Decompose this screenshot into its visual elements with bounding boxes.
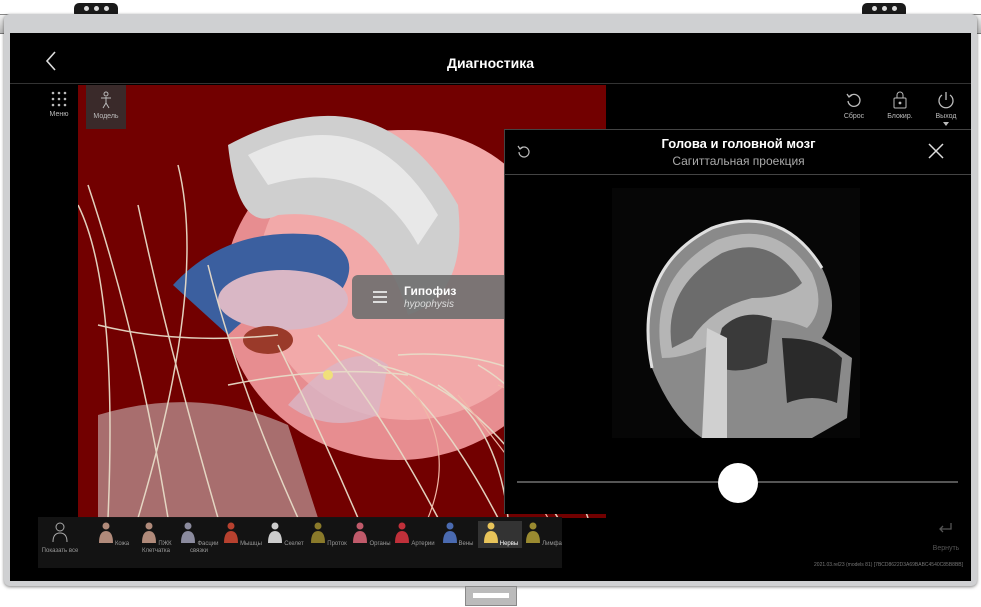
slice-slider-handle[interactable]	[717, 463, 758, 503]
power-icon	[938, 92, 954, 109]
person-outline-icon	[52, 522, 68, 543]
layer-button[interactable]: Мышцы	[220, 521, 264, 548]
header-bar: Диагностика	[10, 33, 971, 84]
body-figure-icon	[395, 522, 410, 543]
mri-panel: Голова и головной мозг Сагиттальная прое…	[504, 129, 971, 514]
lock-button[interactable]: Блокир.	[880, 91, 920, 120]
chevron-down-icon	[943, 122, 949, 126]
layer-label: Органы	[369, 541, 391, 547]
layer-label: Скелет	[284, 541, 304, 547]
layer-label: Мышцы	[240, 541, 262, 547]
app-screen: Диагностика Меню Модель Сброс Блокир. Вы…	[10, 33, 971, 581]
body-figure-icon	[526, 522, 541, 543]
version-string: 2021.03.rel23 (models 81) [7BCD8622D3A69…	[814, 562, 963, 568]
layer-button[interactable]: Проток	[306, 521, 350, 548]
panel-subtitle: Сагиттальная проекция	[672, 154, 805, 168]
body-figure-icon	[181, 522, 196, 543]
layer-label: Кожа	[114, 541, 130, 547]
layer-button[interactable]: Кожа	[91, 521, 135, 548]
person-icon	[101, 91, 111, 109]
model-button[interactable]: Модель	[86, 85, 126, 129]
page-title: Диагностика	[446, 55, 535, 71]
reset-button[interactable]: Сброс	[834, 91, 874, 120]
panel-divider	[505, 174, 971, 175]
body-figure-icon	[224, 522, 239, 543]
body-figure-icon	[268, 522, 283, 543]
structure-name: Гипофиз	[404, 284, 457, 298]
lock-icon	[893, 91, 907, 109]
layer-button[interactable]: Нервы	[478, 521, 522, 548]
body-figure-icon	[98, 522, 113, 543]
close-icon[interactable]	[927, 142, 945, 160]
structure-latin-name: hypophysis	[404, 299, 455, 310]
layer-button[interactable]: Скелет	[263, 521, 307, 548]
layers-bar: Показать все Кожа ПЖК Клетчатка Фасции свя…	[38, 517, 562, 568]
reset-label: Сброс	[843, 113, 865, 120]
return-arrow-icon	[939, 523, 952, 533]
panel-title: Голова и головной мозг	[661, 136, 816, 151]
monitor-stand	[465, 586, 517, 606]
body-figure-icon	[142, 522, 157, 543]
grid-icon	[51, 91, 67, 107]
menu-button[interactable]: Меню	[39, 91, 79, 118]
rotate-icon	[846, 93, 861, 107]
layer-button[interactable]: Артерии	[392, 521, 436, 548]
return-button[interactable]: Вернуть	[926, 521, 966, 552]
model-label: Модель	[93, 113, 119, 120]
mri-image	[612, 188, 860, 438]
layer-button[interactable]: Фасции связки	[177, 521, 221, 555]
layer-button[interactable]: ПЖК Клетчатка	[134, 521, 178, 555]
body-figure-icon	[311, 522, 326, 543]
body-figure-icon	[353, 522, 368, 543]
layer-button[interactable]: Лимфа	[521, 521, 565, 548]
layer-label: Лимфа	[542, 541, 562, 547]
layer-label: Артерии	[411, 541, 435, 547]
layer-label: Проток	[327, 541, 347, 547]
menu-label: Меню	[49, 111, 69, 118]
layer-button[interactable]: Органы	[349, 521, 393, 548]
show-all-button[interactable]: Показать все	[38, 521, 82, 555]
exit-button[interactable]: Выход	[926, 91, 966, 126]
show-all-label: Показать все	[41, 548, 79, 554]
return-label: Вернуть	[932, 545, 960, 552]
hamburger-icon[interactable]	[372, 289, 388, 305]
exit-label: Выход	[935, 113, 957, 120]
body-figure-icon	[442, 522, 457, 543]
body-figure-icon	[483, 522, 498, 543]
layer-label: Нервы	[499, 541, 519, 547]
lock-label: Блокир.	[887, 113, 913, 120]
layer-label: Вены	[458, 541, 474, 547]
layer-button[interactable]: Вены	[435, 521, 479, 548]
structure-label-card[interactable]: Гипофиз hypophysis	[352, 275, 504, 319]
